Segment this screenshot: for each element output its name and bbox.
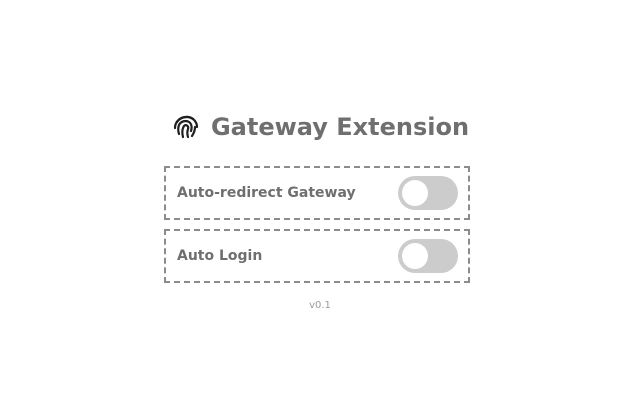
auto-login-toggle[interactable] <box>398 239 458 273</box>
toggle-knob <box>402 243 428 269</box>
auto-redirect-toggle[interactable] <box>398 176 458 210</box>
toggle-knob <box>402 180 428 206</box>
auto-redirect-label: Auto-redirect Gateway <box>177 185 356 201</box>
fingerprint-icon <box>171 112 201 142</box>
auto-login-setting: Auto Login <box>164 229 470 283</box>
auto-login-label: Auto Login <box>177 248 263 264</box>
extension-header: Gateway Extension <box>0 110 640 144</box>
version-label: v0.1 <box>309 300 331 311</box>
auto-redirect-setting: Auto-redirect Gateway <box>164 166 470 220</box>
page-title: Gateway Extension <box>210 113 470 141</box>
